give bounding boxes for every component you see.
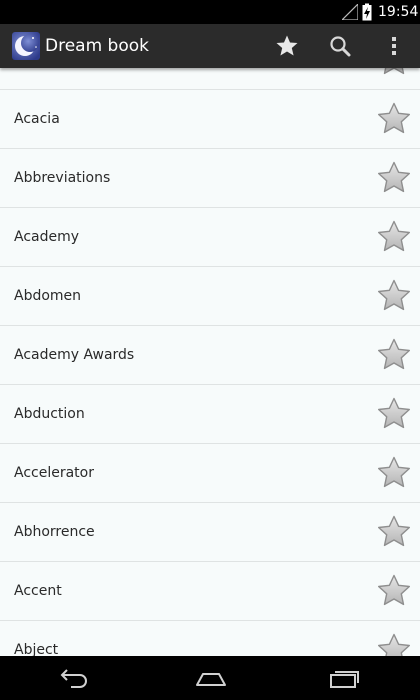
status-bar: 19:54 [0,0,420,24]
list-item[interactable]: Academy Awards [0,326,420,385]
favorite-star-icon[interactable] [376,573,412,609]
recent-apps-icon [330,671,359,688]
list-item-label: Abject [14,642,59,656]
favorite-star-icon[interactable] [376,396,412,432]
app-title: Dream book [45,36,149,56]
favorite-star-icon[interactable] [376,101,412,137]
overflow-menu-button[interactable] [370,24,418,68]
list-item[interactable]: Accent [0,562,420,621]
list-item-label: Academy [14,229,80,245]
search-icon [330,36,351,57]
list-item-label: Acacia [14,111,60,127]
battery-charging-icon [362,3,372,21]
back-icon [60,669,87,688]
list-item[interactable]: Abduction [0,385,420,444]
list-item[interactable]: Accelerator [0,444,420,503]
list-item[interactable]: Acacia [0,90,420,149]
search-button[interactable] [316,24,364,68]
navigation-bar [0,656,420,700]
list-item[interactable]: Abhorrence [0,503,420,562]
favorites-star-icon [276,35,298,56]
action-bar: Dream book [0,24,420,68]
list-item[interactable]: Abbreviations [0,149,420,208]
list-item-label: Abdomen [14,288,82,304]
list-item-label: Accent [14,583,62,599]
dream-list[interactable]: Acacia Abbreviations Academy Abdomen Aca… [0,68,420,656]
favorite-star-icon[interactable] [376,455,412,491]
moon-logo-icon[interactable] [12,32,40,60]
status-clock: 19:54 [378,4,419,20]
favorite-star-icon[interactable] [376,219,412,255]
home-button[interactable] [175,656,245,700]
favorite-star-icon[interactable] [376,68,412,78]
overflow-menu-icon [392,37,396,55]
list-item-label: Abhorrence [14,524,95,540]
favorite-star-icon[interactable] [376,160,412,196]
favorite-star-icon[interactable] [376,514,412,550]
favorites-button[interactable] [263,24,311,68]
recent-apps-button[interactable] [309,656,379,700]
favorite-star-icon[interactable] [376,337,412,373]
list-item-label: Abbreviations [14,170,111,186]
list-item[interactable]: Abdomen [0,267,420,326]
list-item[interactable] [0,68,420,90]
signal-icon [342,4,358,20]
favorite-star-icon[interactable] [376,278,412,314]
home-icon [196,673,226,686]
list-item-label: Academy Awards [14,347,135,363]
list-item[interactable]: Academy [0,208,420,267]
list-item-label: Abduction [14,406,85,422]
list-item[interactable]: Abject [0,621,420,656]
favorite-star-icon[interactable] [376,632,412,656]
back-button[interactable] [40,656,110,700]
list-item-label: Accelerator [14,465,94,481]
